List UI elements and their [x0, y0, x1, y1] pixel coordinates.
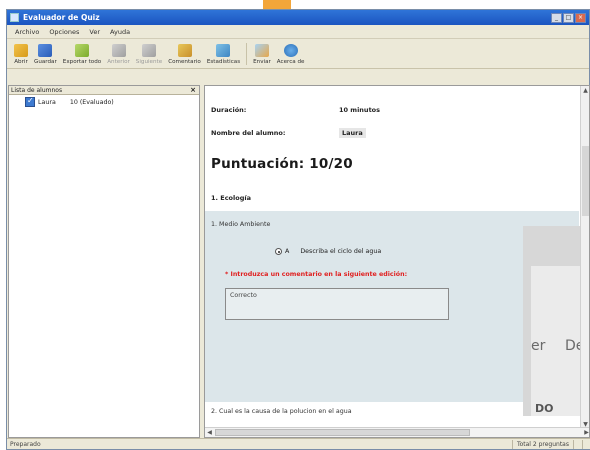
- save-icon: [38, 44, 53, 57]
- status-text: Preparado: [10, 440, 41, 448]
- export-icon: [75, 44, 89, 57]
- status-bar: Preparado Total 2 preguntas: [7, 438, 590, 449]
- scroll-right-icon[interactable]: ▶: [582, 428, 589, 437]
- app-icon: [10, 13, 19, 22]
- comment-icon: [177, 44, 192, 57]
- answer-radio[interactable]: [275, 248, 282, 255]
- student-list-title: Lista de alumnos: [11, 86, 63, 94]
- menubar: Archivo Opciones Ver Ayuda: [7, 25, 589, 39]
- student-name-value: Laura: [339, 128, 366, 138]
- student-item[interactable]: Laura 10 (Evaluado): [25, 96, 199, 107]
- question-title: 1. Medio Ambiente: [211, 221, 271, 228]
- question-2-title: 2. Cual es la causa de la polucion en el…: [211, 408, 352, 415]
- scroll-up-icon[interactable]: ▲: [581, 86, 589, 95]
- close-button[interactable]: ×: [575, 12, 586, 23]
- about-icon: [283, 44, 298, 57]
- answer-text: Describa el ciclo del agua: [300, 248, 382, 255]
- menu-ayuda[interactable]: Ayuda: [110, 28, 130, 36]
- minimize-button[interactable]: _: [551, 12, 562, 23]
- student-name-row: Nombre del alumno: Laura: [211, 128, 366, 138]
- menu-ver[interactable]: Ver: [89, 28, 100, 36]
- comment-field[interactable]: Correcto: [225, 288, 449, 320]
- student-list-header: Lista de alumnos ×: [9, 86, 199, 95]
- menu-archivo[interactable]: Archivo: [15, 28, 39, 36]
- up-arrow-icon: [111, 44, 126, 57]
- toolbar-separator: [246, 43, 248, 65]
- top-accent-bar: [263, 0, 291, 9]
- send-icon: [254, 44, 269, 57]
- open-folder-icon: [14, 44, 28, 57]
- scroll-left-icon[interactable]: ◀: [205, 428, 214, 437]
- answer-letter: A: [285, 248, 290, 255]
- close-pane-icon[interactable]: ×: [190, 86, 196, 94]
- comment-button[interactable]: Comentario: [165, 44, 204, 65]
- report-pane: Duración: 10 minutos Nombre del alumno: …: [204, 85, 590, 438]
- duration-label: Duración:: [211, 106, 247, 114]
- overlay-text-3: DO: [535, 402, 554, 415]
- next-button[interactable]: Siguiente: [133, 44, 165, 65]
- student-status: 10 (Evaluado): [69, 98, 114, 106]
- status-question-count: Total 2 preguntas: [511, 439, 573, 449]
- student-name: Laura: [38, 98, 56, 106]
- window-title: Evaluador de Quiz: [23, 13, 100, 22]
- score-heading: Puntuación: 10/20: [211, 156, 353, 172]
- menu-opciones[interactable]: Opciones: [49, 28, 79, 36]
- open-button[interactable]: Abrir: [11, 44, 31, 65]
- status-cell-empty-2: [582, 439, 590, 449]
- duration-value: 10 minutos: [339, 106, 381, 114]
- evaluated-check-icon: [25, 96, 35, 107]
- statistics-button[interactable]: Estadísticas: [204, 44, 243, 65]
- titlebar: Evaluador de Quiz _ □ ×: [7, 10, 589, 25]
- export-all-button[interactable]: Exportar todo: [60, 44, 104, 65]
- toolbar: Abrir Guardar Exportar todo Anterior Sig…: [7, 39, 589, 69]
- section-title: 1. Ecología: [211, 194, 251, 202]
- send-button[interactable]: Enviar: [250, 44, 274, 65]
- save-button[interactable]: Guardar: [31, 44, 60, 65]
- horizontal-scrollbar[interactable]: ◀ ▶: [205, 427, 589, 437]
- vertical-scroll-thumb[interactable]: [582, 146, 589, 216]
- about-button[interactable]: Acerca de: [274, 44, 308, 65]
- status-cell-empty-1: [573, 439, 582, 449]
- comment-prompt: * Introduzca un comentario en la siguien…: [225, 271, 408, 278]
- maximize-button[interactable]: □: [563, 12, 574, 23]
- student-list-pane: Lista de alumnos × Laura 10 (Evaluado): [8, 85, 200, 438]
- down-arrow-icon: [141, 44, 156, 57]
- student-name-label: Nombre del alumno:: [211, 129, 286, 137]
- horizontal-scroll-thumb[interactable]: [215, 429, 470, 436]
- app-window: Evaluador de Quiz _ □ × Archivo Opciones…: [6, 9, 590, 450]
- vertical-scrollbar[interactable]: ▲ ▼: [580, 86, 589, 429]
- previous-button[interactable]: Anterior: [104, 44, 133, 65]
- statistics-icon: [216, 44, 231, 57]
- overlay-text-1: er: [531, 338, 546, 354]
- answer-option[interactable]: A Describa el ciclo del agua: [275, 248, 381, 255]
- duration-row: Duración: 10 minutos: [211, 106, 380, 114]
